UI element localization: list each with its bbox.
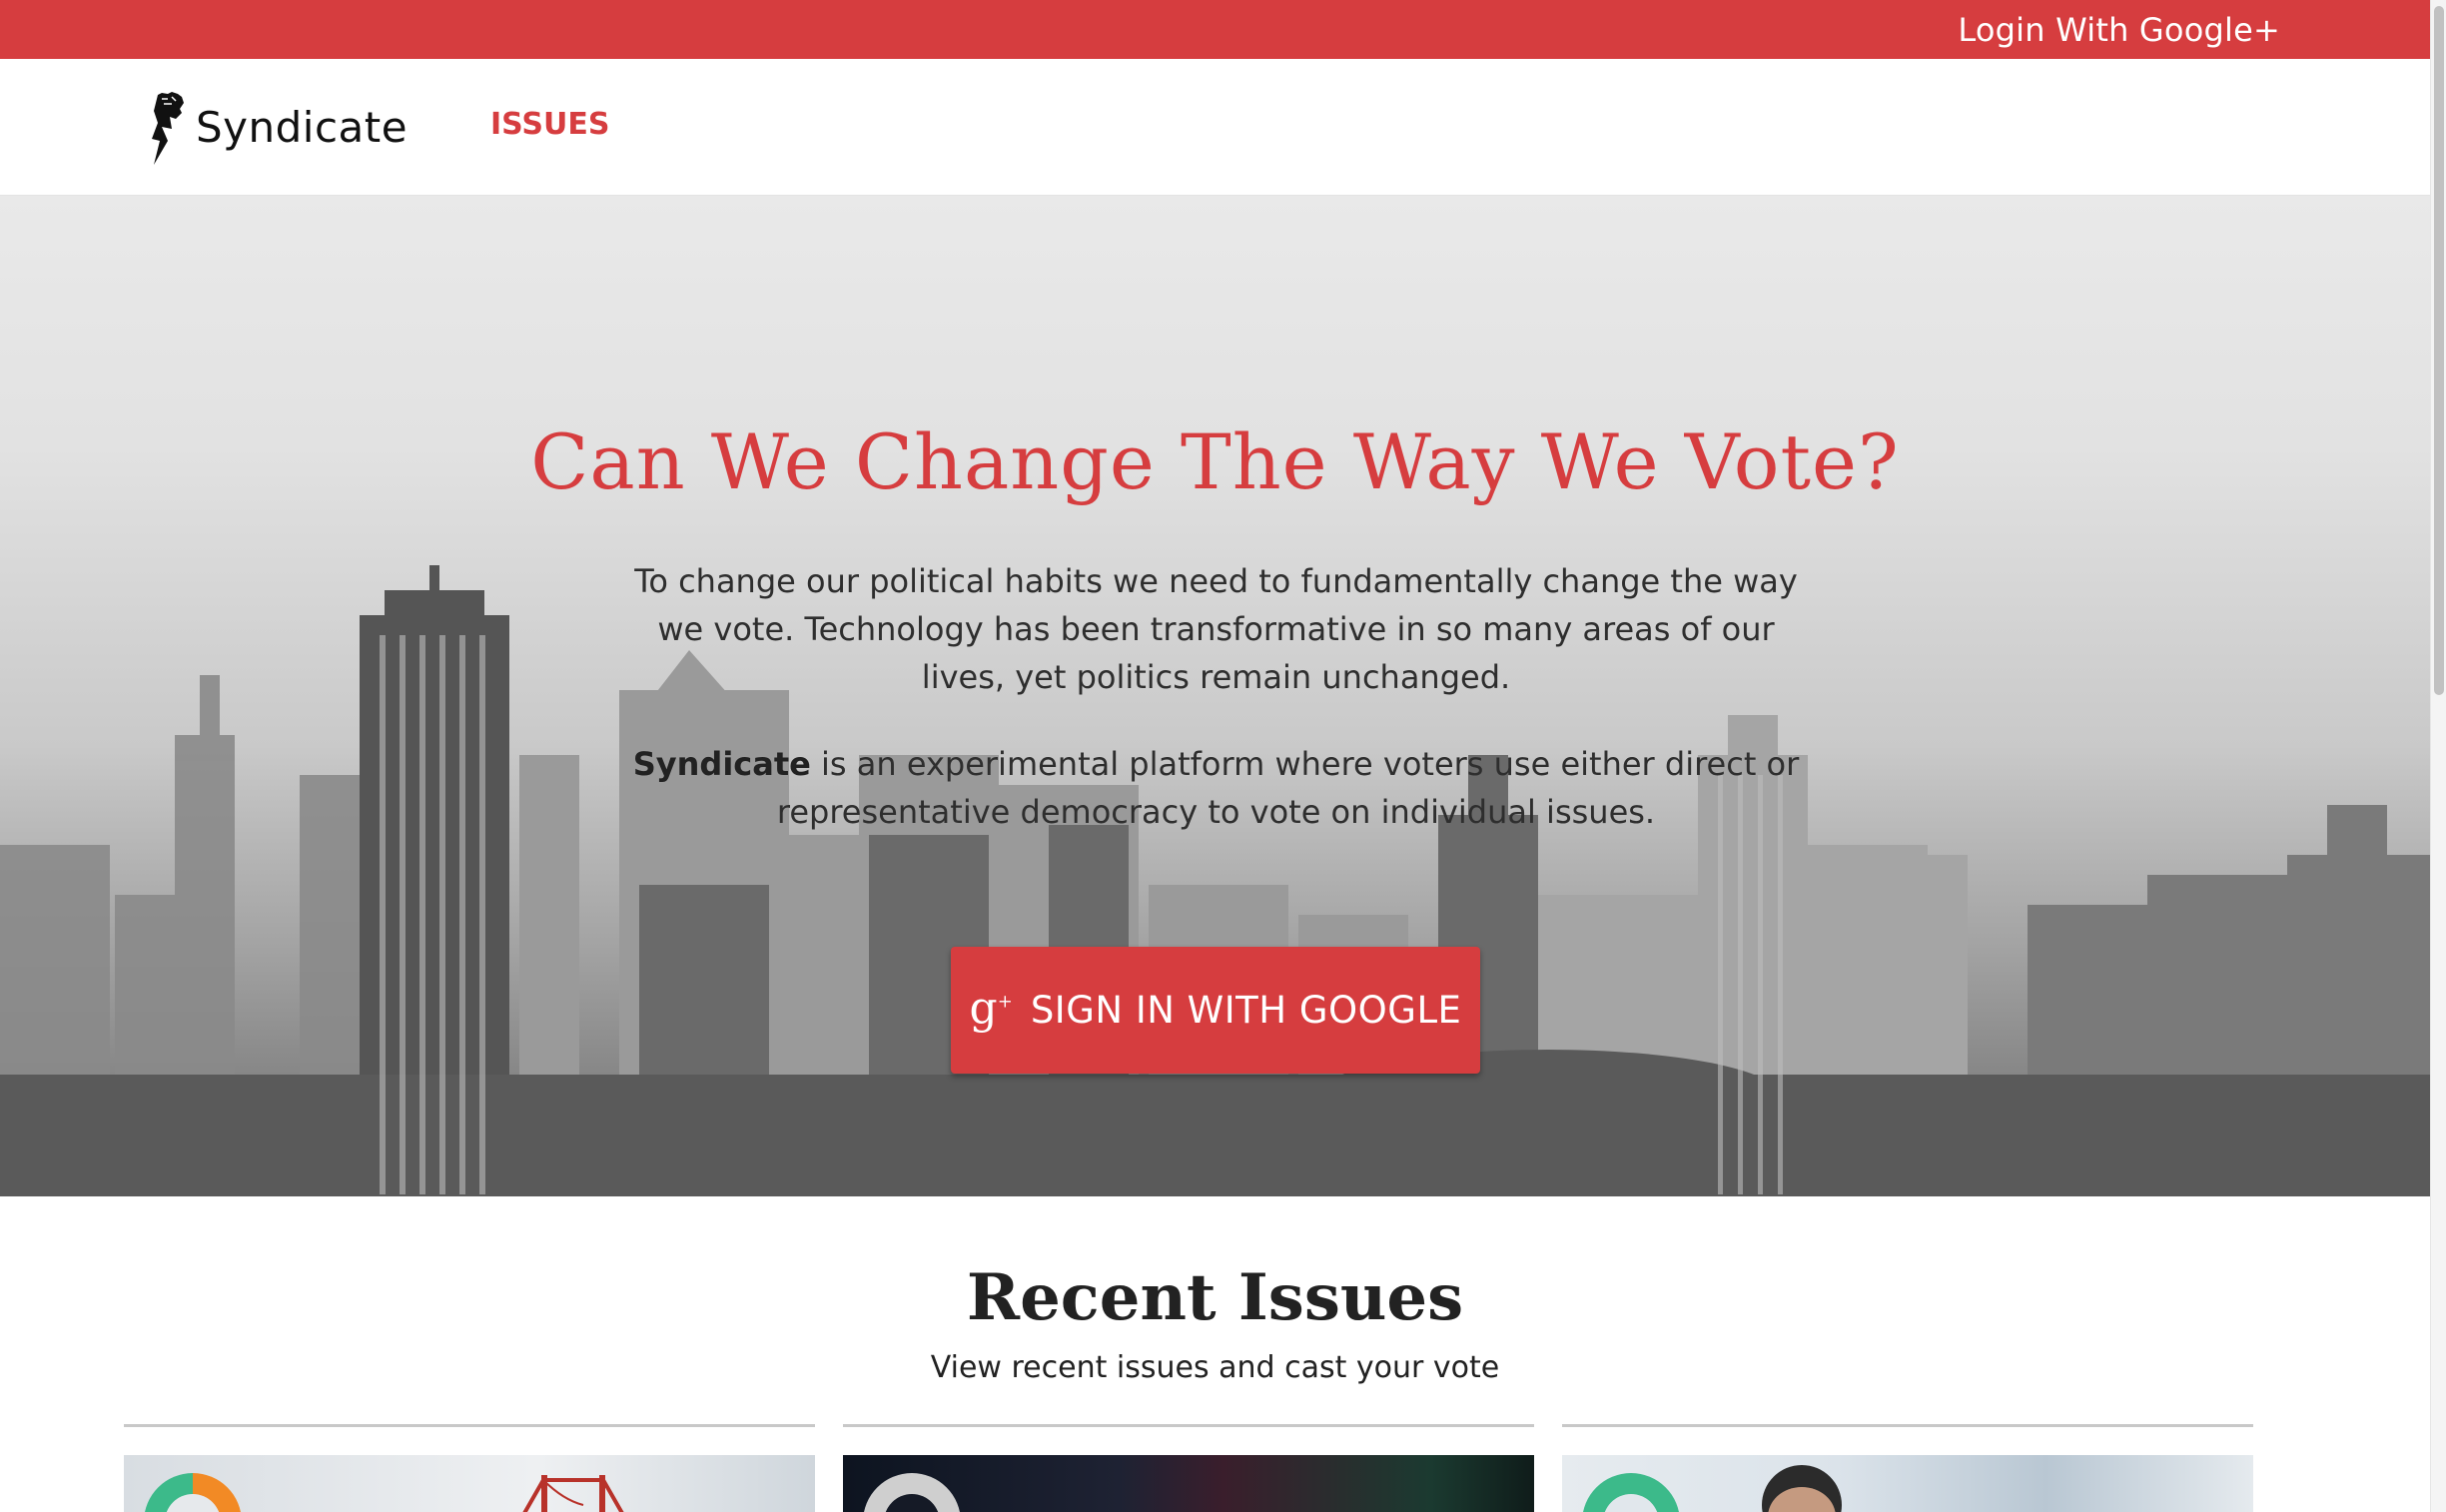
page: Login With Google+ Syndicate ISSUES Can … [0, 0, 2430, 1512]
sign-in-button-label: SIGN IN WITH GOOGLE [1030, 989, 1462, 1032]
syndicate-bold: Syndicate [632, 745, 811, 783]
card-divider [843, 1424, 1534, 1427]
sign-in-with-google-button[interactable]: g+ SIGN IN WITH GOOGLE [951, 947, 1480, 1074]
google-plus-icon: g+ [969, 983, 1013, 1034]
issue-thumbnail-bridge[interactable] [124, 1455, 815, 1512]
recent-issues-title: Recent Issues [966, 1260, 1464, 1335]
hero-section: Can We Change The Way We Vote? To change… [0, 196, 2430, 1196]
navbar: Syndicate ISSUES [0, 59, 2430, 196]
recent-issues-subtitle: View recent issues and cast your vote [930, 1350, 1500, 1385]
issue-thumbnail-person[interactable] [1562, 1455, 2253, 1512]
issue-card[interactable] [843, 1424, 1534, 1512]
page-scrollbar[interactable] [2430, 0, 2446, 1512]
issue-thumbnail-aurora[interactable] [843, 1455, 1534, 1512]
login-with-google-link[interactable]: Login With Google+ [1958, 11, 2280, 49]
scrollbar-thumb[interactable] [2434, 6, 2444, 695]
top-bar: Login With Google+ [0, 0, 2430, 59]
brand-logo[interactable]: Syndicate [150, 87, 408, 167]
hero-paragraph-2-text: is an experimental platform where voters… [776, 745, 1800, 831]
hero-paragraph-2: Syndicate is an experimental platform wh… [629, 740, 1803, 836]
issue-card[interactable] [124, 1424, 815, 1512]
nav-issues-link[interactable]: ISSUES [490, 107, 610, 142]
hero-title: Can We Change The Way We Vote? [530, 417, 1900, 506]
issue-card[interactable] [1562, 1424, 2253, 1512]
hero-paragraph-1: To change our political habits we need t… [634, 562, 1798, 696]
brand-name: Syndicate [196, 102, 408, 152]
vote-donut-icon [863, 1473, 961, 1512]
card-divider [124, 1424, 815, 1427]
fist-lightning-icon [152, 92, 184, 165]
card-divider [1562, 1424, 2253, 1427]
